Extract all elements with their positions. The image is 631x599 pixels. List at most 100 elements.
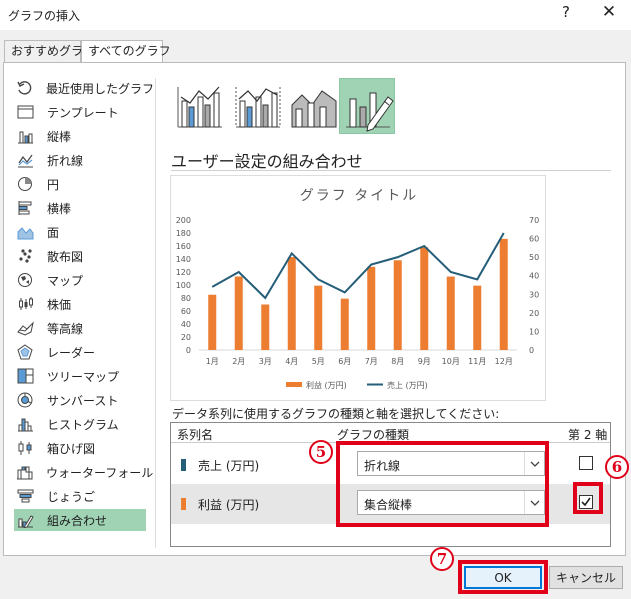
y-tick-left: 60	[181, 307, 191, 316]
cancel-button[interactable]: キャンセル	[549, 566, 623, 589]
sidebar-item-map-chart[interactable]: マップ	[14, 269, 146, 291]
bar-profit	[446, 276, 455, 350]
x-tick-label: 7月	[365, 357, 378, 366]
sidebar-item-area-chart[interactable]: 面	[14, 221, 146, 243]
x-tick-label: 9月	[418, 357, 431, 366]
recent-icon	[16, 80, 33, 96]
annotation-marker-5: 5	[309, 440, 333, 464]
y-tick-right: 0	[529, 346, 534, 355]
sunburst-chart-icon	[16, 392, 34, 408]
stacked-area-column-icon	[291, 90, 337, 128]
sidebar-item-bar-chart[interactable]: 横棒	[14, 197, 146, 219]
highlight-chart-type	[336, 441, 549, 527]
heading-rule	[171, 170, 611, 171]
y-tick-left: 200	[176, 216, 191, 225]
sidebar-item-scatter-chart[interactable]: 散布図	[14, 245, 146, 267]
y-tick-right: 70	[529, 216, 539, 225]
y-tick-right: 60	[529, 235, 539, 244]
y-tick-right: 20	[529, 309, 539, 318]
funnel-chart-icon	[16, 488, 34, 504]
subtype-clustered-column-line-secondary[interactable]	[229, 78, 285, 134]
series-color-swatch	[181, 459, 186, 471]
subtype-clustered-column-line[interactable]	[171, 78, 227, 134]
sidebar-item-treemap-chart[interactable]: ツリーマップ	[14, 365, 146, 387]
ok-button[interactable]: OK	[464, 566, 542, 589]
sidebar-item-label: ヒストグラム	[47, 417, 119, 432]
grid-header: 系列名 グラフの種類 第 2 軸	[171, 423, 610, 443]
bar-profit	[473, 285, 482, 350]
sidebar-item-histogram-chart[interactable]: ヒストグラム	[14, 413, 146, 435]
sidebar-item-combo-chart[interactable]: 組み合わせ	[14, 509, 146, 531]
close-button[interactable]: ✕	[596, 2, 622, 22]
x-tick-label: 10月	[442, 357, 460, 366]
template-icon	[16, 104, 34, 120]
radar-chart-icon	[16, 344, 34, 360]
sidebar-item-line-chart[interactable]: 折れ線	[14, 149, 146, 171]
annotation-marker-7: 7	[430, 547, 454, 571]
clustered-column-line-secondary-icon	[235, 87, 281, 128]
sidebar-item-label: ツリーマップ	[47, 369, 120, 384]
sidebar-item-pie-chart[interactable]: 円	[14, 173, 146, 195]
sidebar-item-label: 箱ひげ図	[47, 441, 96, 456]
x-tick-label: 5月	[312, 357, 325, 366]
y-tick-left: 40	[181, 320, 191, 329]
sidebar-item-label: 株価	[47, 297, 72, 312]
sidebar-item-label: サンバースト	[47, 393, 119, 408]
sidebar-item-label: 散布図	[47, 249, 84, 264]
x-tick-label: 11月	[468, 357, 486, 366]
sidebar-item-label: 折れ線	[47, 153, 84, 168]
sidebar-item-column-chart[interactable]: 縦棒	[14, 125, 146, 147]
sidebar-item-template[interactable]: テンプレート	[14, 101, 146, 123]
y-tick-right: 50	[529, 253, 539, 262]
custom-combination-icon	[346, 92, 394, 132]
series-instruction: データ系列に使用するグラフの種類と軸を選択してください:	[172, 407, 500, 421]
y-tick-left: 100	[176, 281, 191, 290]
column-chart-icon	[16, 128, 34, 144]
sidebar-item-label: 横棒	[47, 201, 72, 216]
legend-label-sales: 売上 (万円)	[387, 380, 428, 390]
subtype-custom-combination[interactable]	[339, 78, 395, 134]
sidebar-item-boxwhisker-chart[interactable]: 箱ひげ図	[14, 437, 146, 459]
x-tick-label: 12月	[495, 357, 513, 366]
bar-chart-icon	[16, 200, 34, 216]
y-tick-left: 80	[181, 294, 191, 303]
sidebar-item-sunburst-chart[interactable]: サンバースト	[14, 389, 146, 411]
sidebar-item-funnel-chart[interactable]: じょうご	[14, 485, 146, 507]
sidebar-item-waterfall-chart[interactable]: ウォーターフォール	[14, 461, 153, 483]
insert-chart-dialog: グラフの挿入 ? ✕ おすすめグラフ すべてのグラフ 最近使用したグラフ テンプレ…	[0, 0, 631, 599]
y-tick-right: 30	[529, 290, 539, 299]
secondary-axis-checkbox-sales[interactable]	[579, 456, 593, 470]
bar-profit	[367, 266, 376, 350]
x-tick-label: 6月	[338, 357, 351, 366]
line-sales	[211, 232, 505, 300]
sidebar-item-label: じょうご	[47, 489, 96, 504]
tab-recommended[interactable]: おすすめグラフ	[4, 40, 95, 62]
subtype-stacked-area-column[interactable]	[285, 78, 341, 134]
pie-chart-icon	[16, 176, 34, 192]
help-button[interactable]: ?	[556, 3, 576, 21]
treemap-chart-icon	[16, 368, 34, 384]
annotation-marker-6: 6	[605, 455, 629, 479]
y-tick-right: 40	[529, 272, 539, 281]
y-tick-right: 10	[529, 327, 539, 336]
header-series-name: 系列名	[177, 428, 214, 442]
bar-profit	[393, 260, 402, 350]
x-tick-label: 1月	[206, 357, 219, 366]
combo-heading: ユーザー設定の組み合わせ	[171, 152, 363, 171]
sidebar-item-surface-chart[interactable]: 等高線	[14, 317, 146, 339]
bar-profit	[340, 298, 349, 350]
sidebar-item-recent[interactable]: 最近使用したグラフ	[14, 77, 154, 99]
legend-swatch-profit	[286, 382, 302, 387]
x-tick-label: 2月	[232, 357, 245, 366]
sidebar-item-radar-chart[interactable]: レーダー	[14, 341, 146, 363]
bar-profit	[499, 238, 508, 350]
combo-chart-icon	[16, 512, 34, 528]
y-tick-left: 140	[176, 255, 191, 264]
x-tick-label: 4月	[285, 357, 298, 366]
series-color-swatch	[181, 498, 186, 510]
sidebar-item-label: レーダー	[47, 345, 96, 360]
bar-profit	[208, 294, 217, 350]
tab-all-charts[interactable]: すべてのグラフ	[81, 40, 171, 63]
sidebar-item-stock-chart[interactable]: 株価	[14, 293, 146, 315]
sidebar-divider	[155, 78, 156, 548]
